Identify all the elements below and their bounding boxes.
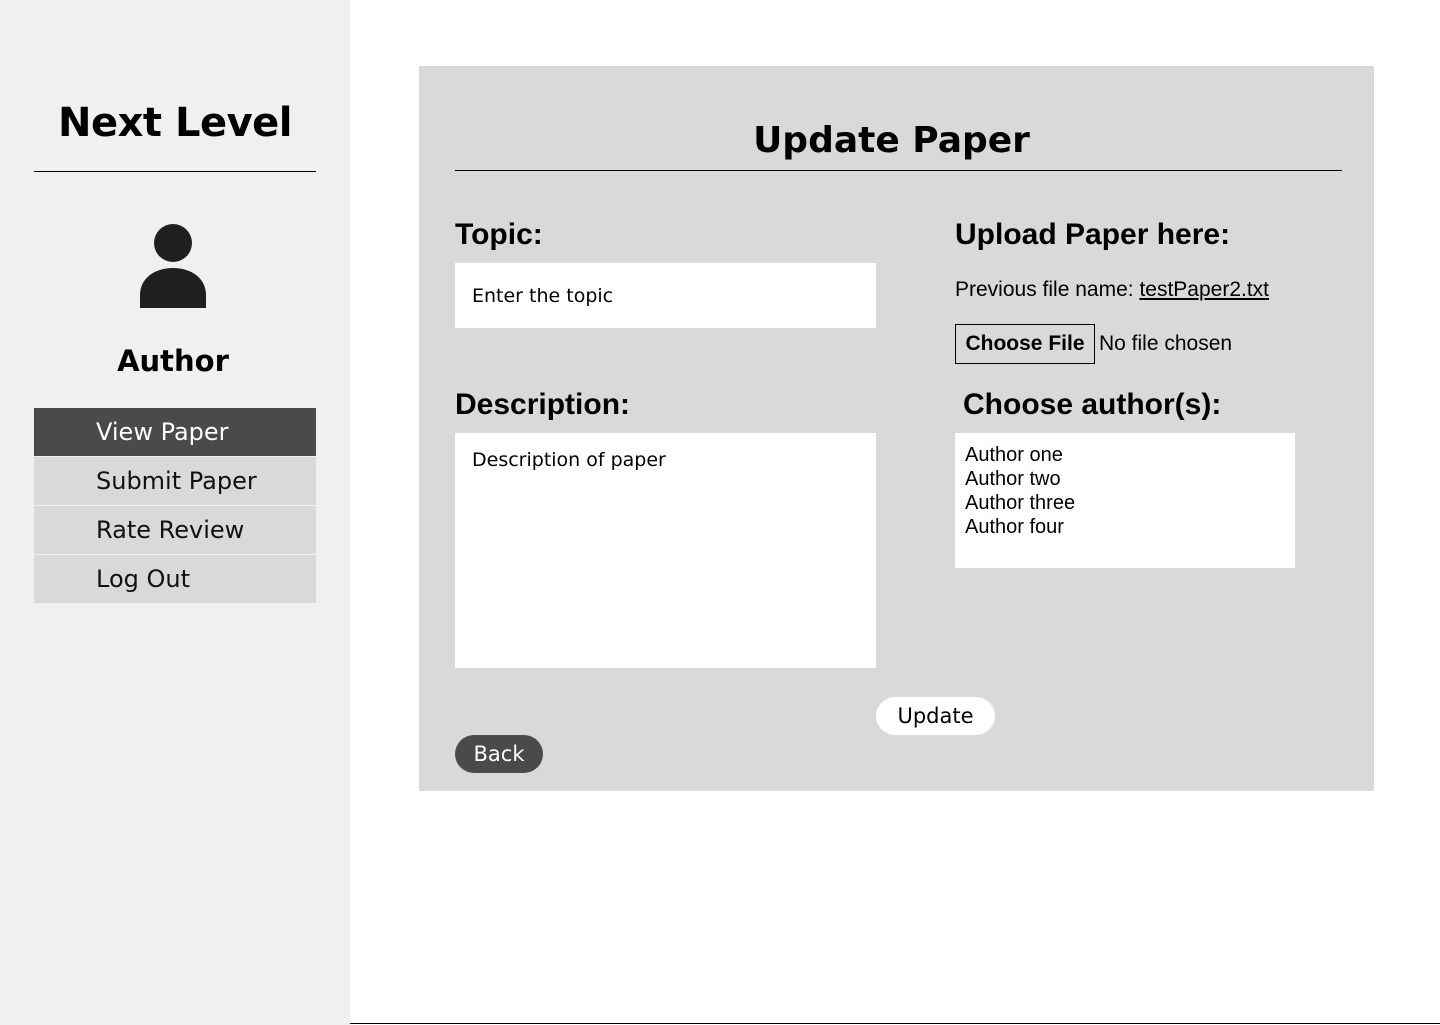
update-paper-panel: Update Paper Topic: Description: Upload … xyxy=(419,66,1374,791)
upload-label: Upload Paper here: xyxy=(955,218,1231,251)
description-input[interactable] xyxy=(455,433,876,668)
description-label: Description: xyxy=(455,388,631,421)
previous-file-link[interactable]: testPaper2.txt xyxy=(1139,278,1269,301)
author-option[interactable]: Author four xyxy=(965,515,1285,539)
authors-select[interactable]: Author one Author two Author three Autho… xyxy=(955,433,1295,568)
sidebar-item-view-paper[interactable]: View Paper xyxy=(34,408,316,456)
page-title: Update Paper xyxy=(753,120,1030,161)
title-divider xyxy=(455,170,1342,171)
update-button[interactable]: Update xyxy=(876,697,995,735)
sidebar-item-submit-paper[interactable]: Submit Paper xyxy=(34,457,316,505)
topic-label: Topic: xyxy=(455,218,543,251)
brand-divider xyxy=(34,171,316,172)
file-status: No file chosen xyxy=(1099,332,1233,355)
back-button[interactable]: Back xyxy=(455,735,543,773)
previous-file: Previous file name: testPaper2.txt xyxy=(955,278,1269,302)
author-option[interactable]: Author one xyxy=(965,443,1285,467)
topic-input[interactable] xyxy=(455,263,876,328)
author-option[interactable]: Author three xyxy=(965,491,1285,515)
bottom-divider xyxy=(350,1023,1440,1024)
sidebar-nav: View Paper Submit Paper Rate Review Log … xyxy=(34,408,316,604)
sidebar: Next Level Author View Paper Submit Pape… xyxy=(0,0,350,1025)
authors-label: Choose author(s): xyxy=(963,388,1222,421)
sidebar-item-rate-review[interactable]: Rate Review xyxy=(34,506,316,554)
user-icon xyxy=(140,224,206,308)
brand-title: Next Level xyxy=(58,100,292,146)
previous-file-prefix: Previous file name: xyxy=(955,278,1134,301)
author-option[interactable]: Author two xyxy=(965,467,1285,491)
sidebar-item-log-out[interactable]: Log Out xyxy=(34,555,316,603)
choose-file-button[interactable]: Choose File xyxy=(955,324,1095,364)
user-role: Author xyxy=(117,344,229,378)
